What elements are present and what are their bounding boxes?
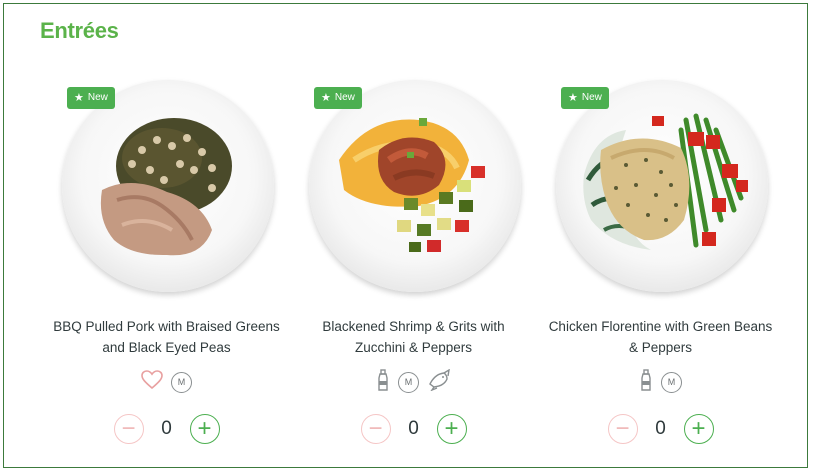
meal-name[interactable]: Blackened Shrimp & Grits with Zucchini &…	[291, 316, 536, 358]
m-icon: M	[398, 371, 419, 393]
quantity-stepper: − 0 +	[44, 413, 289, 445]
meal-image[interactable]: ★ New	[309, 80, 521, 292]
new-badge: ★ New	[67, 87, 115, 109]
entrees-panel: Entrées ★ New BBQ Pulled Pork with Brais…	[3, 3, 808, 468]
decrease-button[interactable]: −	[607, 414, 638, 444]
increase-button[interactable]: +	[189, 414, 220, 444]
meal-image[interactable]: ★ New	[62, 80, 274, 292]
new-badge: ★ New	[314, 87, 362, 109]
star-icon: ★	[321, 92, 331, 104]
decrease-button[interactable]: −	[360, 414, 391, 444]
meal-card[interactable]: ★ New BBQ Pulled Pork with Braised Green…	[44, 80, 289, 460]
meal-name[interactable]: BBQ Pulled Pork with Braised Greens and …	[44, 316, 289, 358]
fish-icon	[427, 368, 451, 396]
quantity-value: 0	[655, 418, 666, 439]
heart-icon[interactable]	[141, 369, 163, 395]
m-icon: M	[171, 371, 192, 393]
meal-name[interactable]: Chicken Florentine with Green Beans & Pe…	[538, 316, 783, 358]
bbq-pork-plate-illustration	[100, 118, 232, 256]
m-icon: M	[661, 371, 682, 393]
diet-icons: M	[291, 368, 536, 396]
new-badge: ★ New	[561, 87, 609, 109]
star-icon: ★	[568, 92, 578, 104]
shrimp-grits-plate-illustration	[339, 118, 485, 252]
diet-icons: M	[44, 369, 289, 395]
quantity-stepper: − 0 +	[538, 413, 783, 445]
increase-button[interactable]: +	[683, 414, 714, 444]
meal-card[interactable]: ★ New Blackened Shrimp & Grits with Zucc…	[291, 80, 536, 460]
quantity-value: 0	[161, 418, 172, 439]
bottle-icon	[639, 368, 653, 396]
decrease-button[interactable]: −	[113, 414, 144, 444]
meal-card[interactable]: ★ New Chicken Florentine with Green Bean…	[538, 80, 783, 460]
diet-icons: M	[538, 368, 783, 396]
chicken-florentine-plate-illustration	[583, 113, 748, 250]
meal-image[interactable]: ★ New	[556, 80, 768, 292]
quantity-value: 0	[408, 418, 419, 439]
increase-button[interactable]: +	[436, 414, 467, 444]
quantity-stepper: − 0 +	[291, 413, 536, 445]
star-icon: ★	[74, 92, 84, 104]
section-title: Entrées	[40, 18, 119, 43]
bottle-icon	[376, 368, 390, 396]
